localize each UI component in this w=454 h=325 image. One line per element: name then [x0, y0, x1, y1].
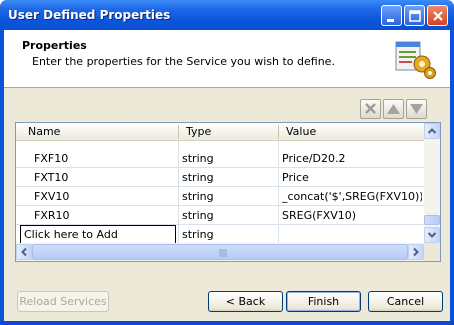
- grip-icon: [219, 249, 227, 257]
- window-border-bottom: [0, 321, 454, 325]
- scroll-down-button[interactable]: [424, 227, 440, 243]
- wizard-header: Properties Enter the properties for the …: [4, 30, 450, 88]
- cell-name[interactable]: FXF10: [34, 152, 68, 165]
- page-title: Properties: [22, 39, 87, 52]
- cell-name[interactable]: FXV10: [34, 190, 69, 203]
- table-row[interactable]: FXF10 string Price/D20.2: [16, 149, 424, 168]
- down-triangle-icon: [410, 104, 423, 114]
- vertical-scrollbar[interactable]: [424, 123, 440, 243]
- table-row[interactable]: FXV10 string _concat('$',SREG(FXV10)): [16, 187, 424, 206]
- window-title: User Defined Properties: [8, 8, 171, 22]
- minimize-button[interactable]: [381, 5, 402, 26]
- column-divider[interactable]: [178, 125, 179, 139]
- scroll-right-button[interactable]: [408, 244, 424, 260]
- close-icon: [433, 11, 443, 21]
- cell-type[interactable]: string: [182, 228, 214, 241]
- column-header-name[interactable]: Name: [28, 125, 60, 138]
- chevron-right-icon: [413, 247, 419, 257]
- chevron-down-icon: [427, 232, 437, 238]
- cell-name[interactable]: FXT10: [34, 171, 68, 184]
- back-button[interactable]: < Back: [208, 291, 283, 312]
- vertical-scroll-thumb[interactable]: [424, 215, 440, 225]
- cell-type[interactable]: string: [182, 190, 214, 203]
- scroll-left-button[interactable]: [16, 244, 32, 260]
- maximize-button[interactable]: [404, 5, 425, 26]
- x-icon: [365, 103, 376, 114]
- cancel-button[interactable]: Cancel: [368, 291, 443, 312]
- move-down-button[interactable]: [406, 99, 427, 119]
- cell-value[interactable]: Price/D20.2: [282, 152, 422, 165]
- finish-button[interactable]: Finish: [286, 291, 361, 312]
- dialog-client-area: Properties Enter the properties for the …: [4, 30, 450, 321]
- cell-type[interactable]: string: [182, 209, 214, 222]
- scroll-up-button[interactable]: [424, 123, 440, 139]
- table-row[interactable]: FXR10 string SREG(FXV10): [16, 206, 424, 225]
- cell-value[interactable]: SREG(FXV10): [282, 209, 422, 222]
- scrollbar-corner: [424, 243, 440, 261]
- cell-type[interactable]: string: [182, 152, 214, 165]
- minimize-icon: [387, 19, 394, 22]
- properties-gear-icon: [395, 41, 436, 79]
- close-window-button[interactable]: [427, 5, 448, 26]
- title-bar[interactable]: User Defined Properties: [0, 0, 454, 30]
- cell-type[interactable]: string: [182, 171, 214, 184]
- horizontal-scrollbar[interactable]: [16, 243, 424, 261]
- reload-services-button[interactable]: Reload Services: [17, 291, 109, 312]
- dialog-window: User Defined Properties Properties Enter…: [0, 0, 454, 325]
- delete-row-button[interactable]: [360, 99, 381, 119]
- move-up-button[interactable]: [383, 99, 404, 119]
- chevron-up-icon: [427, 128, 437, 134]
- column-header-value[interactable]: Value: [286, 125, 316, 138]
- up-triangle-icon: [387, 104, 400, 114]
- column-divider[interactable]: [278, 125, 279, 139]
- add-property-input[interactable]: Click here to Add: [20, 225, 176, 244]
- table-row[interactable]: FXT10 string Price: [16, 168, 424, 187]
- column-header-type[interactable]: Type: [186, 125, 211, 138]
- grid-header: Name Type Value: [16, 123, 424, 141]
- cell-value[interactable]: Price: [282, 171, 422, 184]
- add-row[interactable]: Click here to Add string: [16, 225, 424, 244]
- window-border-right: [450, 30, 454, 325]
- cell-name[interactable]: FXR10: [34, 209, 70, 222]
- horizontal-scroll-thumb[interactable]: [32, 244, 408, 260]
- page-subtitle: Enter the properties for the Service you…: [32, 55, 335, 68]
- properties-grid: Name Type Value FXF10 string Price/D20.2…: [15, 122, 441, 262]
- cell-value[interactable]: _concat('$',SREG(FXV10)): [282, 190, 422, 203]
- chevron-left-icon: [21, 247, 27, 257]
- maximize-icon: [409, 10, 421, 22]
